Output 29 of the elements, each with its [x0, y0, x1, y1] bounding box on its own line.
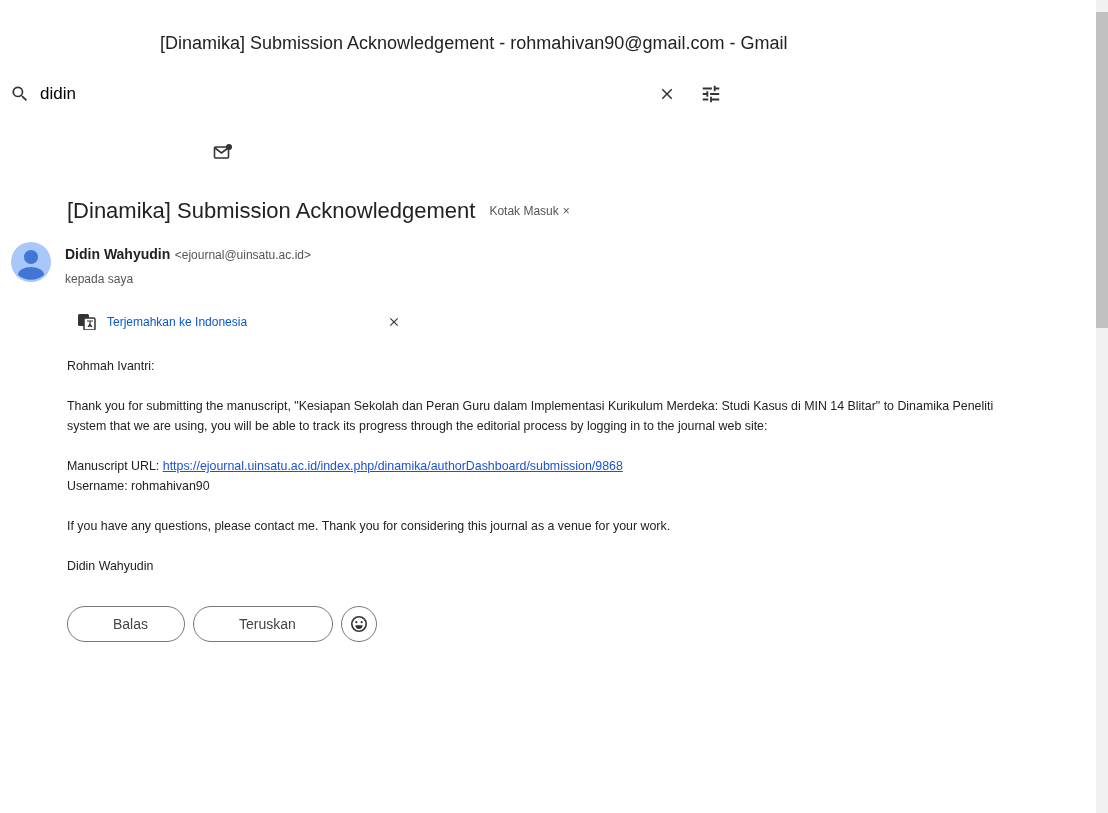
emoji-button[interactable] — [340, 606, 377, 642]
body-text: Rohmah Ivantri: — [67, 358, 156, 375]
recipient-text[interactable]: kepada saya — [65, 272, 134, 286]
mail-unread-icon[interactable] — [213, 143, 233, 161]
email-subject: [Dinamika] Submission Acknowledgement — [67, 197, 476, 225]
search-icon[interactable] — [10, 84, 30, 104]
username-text: Username: rohmahivan90 — [67, 478, 211, 495]
url-label: Manuscript URL: — [67, 459, 160, 473]
body-text: Thank you for submitting the manuscript, "Kesiapan Sekolah dan Peran Guru dalam Implementasi Kurikulum Merdeka: Studi Kasus di MIN 14 Blitar" to Dinamika Peneliti — [67, 398, 995, 415]
manuscript-link[interactable]: https://ejournal.uinsatu.ac.id/index.php/dinamika/authorDashboard/submission/9868 — [162, 459, 623, 473]
remove-label-button[interactable]: × — [562, 202, 570, 220]
body-text: system that we are using, you will be able to track its progress through the editorial process by logging in to the journal web site: — [67, 418, 769, 435]
reply-button[interactable]: Balas — [67, 606, 186, 642]
search-field[interactable]: didin — [38, 80, 618, 108]
body-text: Didin Wahyudin — [67, 558, 155, 575]
filter-sliders-icon[interactable] — [700, 83, 722, 105]
inbox-label: Kotak Masuk — [489, 203, 559, 220]
translate-link[interactable]: Terjemahkan ke Indonesia — [107, 313, 387, 331]
translate-icon — [78, 314, 96, 330]
body-text: If you have any questions, please contact me. Thank you for considering this journal as a venue for your work. — [67, 518, 672, 535]
smiley-icon — [349, 615, 368, 633]
scrollbar[interactable] — [1096, 0, 1108, 813]
window-title: [Dinamika] Submission Acknowledgement - rohmahivan90@gmail.com - Gmail — [160, 33, 788, 53]
scrollbar-thumb[interactable] — [1096, 12, 1108, 328]
sender-name: Didin Wahyudin — [65, 246, 171, 262]
forward-button[interactable]: Teruskan — [193, 606, 333, 642]
close-icon[interactable] — [387, 315, 401, 329]
sender-email: <ejournal@uinsatu.ac.id> — [174, 248, 311, 262]
avatar — [11, 242, 51, 282]
